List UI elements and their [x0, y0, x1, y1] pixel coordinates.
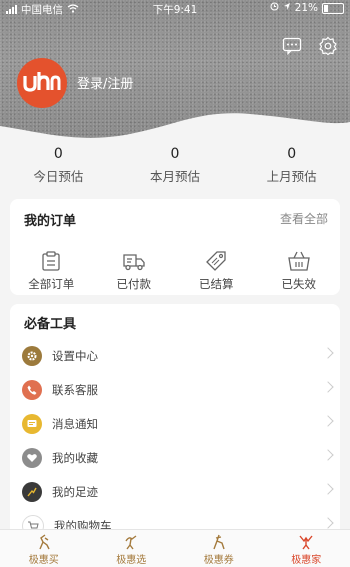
tab-label: 极惠家	[263, 551, 350, 566]
tool-label: 消息通知	[52, 416, 98, 432]
tool-notifications[interactable]: 消息通知	[10, 407, 340, 441]
stat-last-month[interactable]: 0 上月预估	[233, 140, 350, 190]
tab-buy[interactable]: 极惠买	[0, 530, 88, 567]
figure-icon	[211, 533, 227, 550]
tool-label: 我的足迹	[52, 484, 98, 500]
tool-customer-service[interactable]: 联系客服	[10, 373, 340, 407]
orders-card: 我的订单 查看全部 全部订单 已付款 已结算 已失效	[10, 199, 340, 295]
chevron-right-icon	[322, 449, 333, 460]
figure-icon	[123, 533, 139, 550]
order-paid-button[interactable]: 已付款	[93, 248, 176, 292]
settings-icon[interactable]	[318, 36, 338, 56]
earnings-stats: 0 今日预估 0 本月预估 0 上月预估	[0, 140, 350, 190]
stat-label: 今日预估	[0, 166, 117, 185]
footprint-icon	[22, 482, 42, 502]
chevron-right-icon	[322, 381, 333, 392]
message-icon	[22, 414, 42, 434]
tool-label: 联系客服	[52, 382, 98, 398]
stat-value: 0	[117, 146, 234, 162]
figure-icon	[36, 533, 52, 550]
tool-label: 设置中心	[52, 348, 98, 364]
tool-favorites[interactable]: 我的收藏	[10, 441, 340, 475]
tag-icon	[204, 250, 228, 272]
message-icon[interactable]	[282, 36, 302, 56]
heart-icon	[22, 448, 42, 468]
tools-card: 必备工具 设置中心 联系客服 消息通知 我的收藏 我的足迹	[10, 304, 340, 544]
tool-settings-center[interactable]: 设置中心	[10, 339, 340, 373]
order-item-label: 已结算	[175, 276, 258, 292]
stat-value: 0	[0, 146, 117, 162]
tab-home[interactable]: 极惠家	[263, 530, 350, 567]
basket-icon	[287, 250, 311, 272]
chevron-right-icon	[322, 347, 333, 358]
order-item-label: 已付款	[93, 276, 176, 292]
phone-icon	[22, 380, 42, 400]
chevron-right-icon	[322, 517, 333, 528]
clipboard-icon	[40, 250, 62, 272]
order-expired-button[interactable]: 已失效	[258, 248, 341, 292]
chevron-right-icon	[322, 483, 333, 494]
gear-icon	[22, 346, 42, 366]
status-bar: 中国电信 下午9:41 21%	[0, 0, 350, 18]
tab-label: 极惠选	[88, 551, 176, 566]
order-item-label: 已失效	[258, 276, 341, 292]
login-register-link[interactable]: 登录/注册	[77, 73, 133, 92]
tool-footprints[interactable]: 我的足迹	[10, 475, 340, 509]
order-settled-button[interactable]: 已结算	[175, 248, 258, 292]
tool-label: 我的收藏	[52, 450, 98, 466]
tab-label: 极惠买	[0, 551, 88, 566]
tab-coupons[interactable]: 极惠券	[175, 530, 263, 567]
order-all-button[interactable]: 全部订单	[10, 248, 93, 292]
tab-select[interactable]: 极惠选	[88, 530, 176, 567]
figure-icon	[298, 533, 314, 550]
order-item-label: 全部订单	[10, 276, 93, 292]
logo-icon	[22, 72, 62, 94]
chevron-right-icon	[322, 415, 333, 426]
stat-today[interactable]: 0 今日预估	[0, 140, 117, 190]
stat-label: 本月预估	[117, 166, 234, 185]
battery-icon	[322, 3, 344, 14]
orders-title: 我的订单	[24, 210, 76, 229]
tab-label: 极惠券	[175, 551, 263, 566]
location-icon	[283, 2, 291, 14]
stat-value: 0	[233, 146, 350, 162]
truck-icon	[122, 250, 146, 272]
bottom-tab-bar: 极惠买 极惠选 极惠券 极惠家	[0, 529, 350, 567]
stat-this-month[interactable]: 0 本月预估	[117, 140, 234, 190]
view-all-orders-link[interactable]: 查看全部	[280, 210, 328, 229]
stat-label: 上月预估	[233, 166, 350, 185]
avatar[interactable]	[17, 58, 67, 108]
battery-percent: 21%	[295, 2, 318, 14]
tools-title: 必备工具	[10, 304, 340, 339]
alarm-icon	[270, 2, 279, 14]
